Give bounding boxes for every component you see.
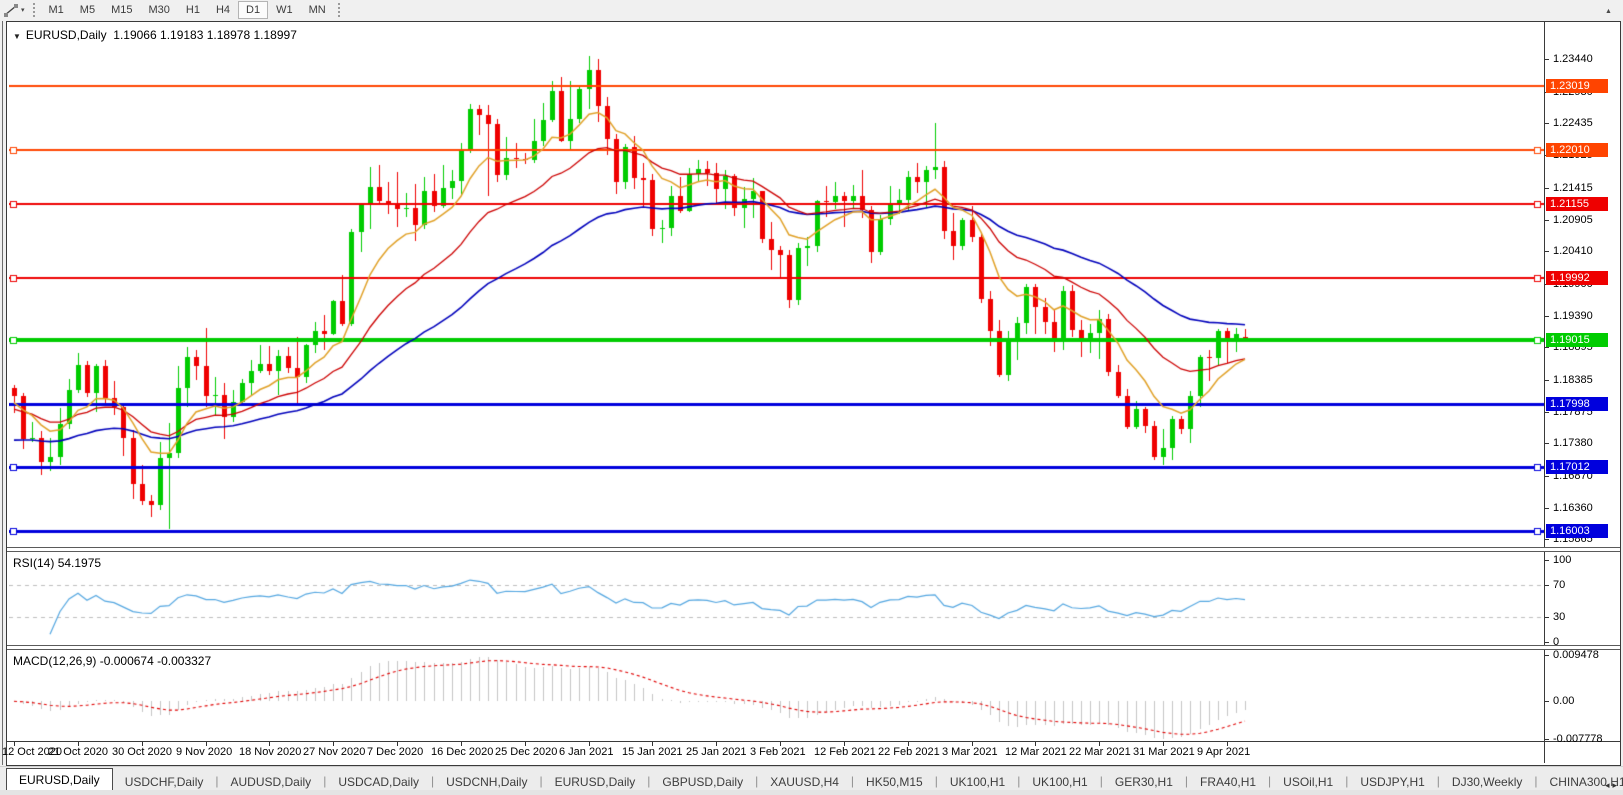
price-axis[interactable]: [1546, 24, 1620, 740]
timeframe-button-m15[interactable]: M15: [103, 1, 140, 19]
timeframe-button-m5[interactable]: M5: [72, 1, 103, 19]
macd-signal-value: -0.003327: [157, 654, 211, 668]
panel-splitter-macd[interactable]: [7, 645, 1620, 650]
chart-tab-gbpusd-daily[interactable]: GBPUSD,Daily: [650, 772, 755, 791]
chart-tab-eurusd-daily[interactable]: EURUSD,Daily: [543, 772, 648, 791]
macd-label: MACD(12,26,9) -0.000674 -0.003327: [13, 654, 211, 668]
chart-tab-uk100-h1[interactable]: UK100,H1: [1020, 772, 1099, 791]
ohlc-open: 1.19066: [113, 28, 156, 42]
chart-tab-usdchf-daily[interactable]: USDCHF,Daily: [113, 772, 216, 791]
chart-tab-ger30-h1[interactable]: GER30,H1: [1103, 772, 1185, 791]
toolbar-grip[interactable]: [33, 3, 35, 17]
timeframe-button-m30[interactable]: M30: [140, 1, 177, 19]
rsi-panel-canvas[interactable]: [9, 552, 1544, 644]
timeframe-button-h1[interactable]: H1: [178, 1, 208, 19]
chart-title: ▼ EURUSD,Daily 1.19066 1.19183 1.18978 1.…: [13, 28, 297, 42]
panel-splitter-rsi[interactable]: [7, 547, 1620, 552]
chart-dropdown-icon[interactable]: ▼: [13, 32, 21, 41]
chart-tab-uk100-h1[interactable]: UK100,H1: [938, 772, 1017, 791]
ohlc-high: 1.19183: [160, 28, 203, 42]
chart-tab-dj30-weekly[interactable]: DJ30,Weekly: [1440, 772, 1534, 791]
chart-tab-hk50-m15[interactable]: HK50,M15: [854, 772, 935, 791]
rsi-label: RSI(14) 54.1975: [13, 556, 101, 570]
price-chart-canvas[interactable]: [9, 24, 1544, 547]
toolbar-overflow-arrow[interactable]: ▲: [1605, 8, 1612, 15]
toolbar-grip-end: [338, 3, 340, 17]
ohlc-low: 1.18978: [207, 28, 250, 42]
status-strip: [0, 790, 1623, 795]
chart-tab-usoil-h1[interactable]: USOil,H1: [1271, 772, 1345, 791]
price-axis-separator: [1544, 22, 1545, 763]
timeframe-button-m1[interactable]: M1: [41, 1, 72, 19]
timeframe-button-w1[interactable]: W1: [268, 1, 301, 19]
chart-tab-bar: EURUSD,DailyUSDCHF,Daily|AUDUSD,Daily|US…: [0, 766, 1623, 791]
chart-tab-usdjpy-h1[interactable]: USDJPY,H1: [1348, 772, 1436, 791]
chart-tab-usdcnh-daily[interactable]: USDCNH,Daily: [434, 772, 539, 791]
line-studies-icon[interactable]: [2, 2, 20, 18]
window-edge: [2, 21, 3, 765]
ohlc-close: 1.18997: [253, 28, 296, 42]
timeframe-button-d1[interactable]: D1: [238, 1, 268, 19]
chart-tab-usdcad-daily[interactable]: USDCAD,Daily: [326, 772, 431, 791]
chart-tab-audusd-daily[interactable]: AUDUSD,Daily: [219, 772, 324, 791]
rsi-value: 54.1975: [58, 556, 101, 570]
timeframe-button-h4[interactable]: H4: [208, 1, 238, 19]
top-toolbar: ▾ M1M5M15M30H1H4D1W1MN: [0, 0, 1623, 20]
tab-scroll-right-icon[interactable]: ▸: [1612, 780, 1620, 790]
chart-tab-xauusd-h4[interactable]: XAUUSD,H4: [758, 772, 851, 791]
chevron-down-icon[interactable]: ▾: [21, 6, 25, 14]
chart-tab-eurusd-daily[interactable]: EURUSD,Daily: [6, 768, 113, 791]
macd-panel-canvas[interactable]: [9, 650, 1544, 741]
chart-tab-fra40-h1[interactable]: FRA40,H1: [1188, 772, 1268, 791]
chart-symbol: EURUSD,Daily: [26, 28, 107, 42]
time-axis[interactable]: [9, 742, 1544, 762]
timeframe-button-mn[interactable]: MN: [301, 1, 334, 19]
macd-main-value: -0.000674: [100, 654, 154, 668]
